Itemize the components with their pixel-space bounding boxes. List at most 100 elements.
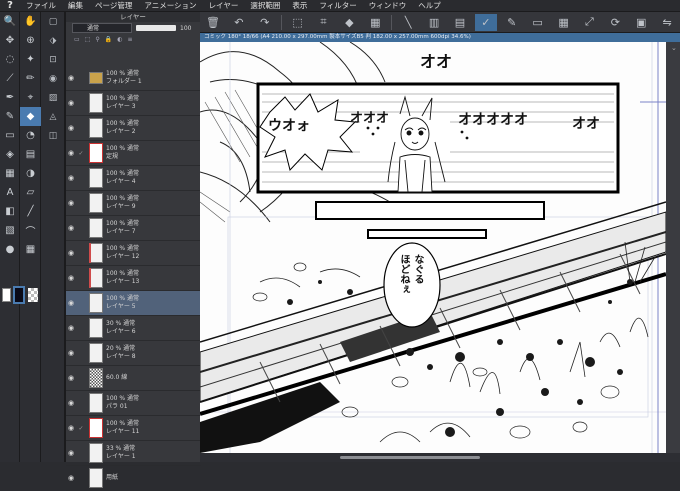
menu-selection[interactable]: 選択範囲 [244,0,286,11]
menu-window[interactable]: ウィンドウ [363,0,413,11]
opacity-slider[interactable] [136,25,176,31]
visibility-eye-icon[interactable]: ◉ [66,399,76,407]
curve-icon[interactable]: ⌒ [20,221,41,240]
color-swatches[interactable] [0,284,41,308]
layer-row[interactable]: ◉ 100 % 通常 レイヤー 3 [66,91,201,116]
layer-row[interactable]: ◉ 20 % 通常 レイヤー 8 [66,341,201,366]
visibility-eye-icon[interactable]: ◉ [66,274,76,282]
undo-icon[interactable]: ↶ [228,14,250,31]
layer-row[interactable]: ◉ 100 % 通常 レイヤー 12 [66,241,201,266]
panel-icon[interactable]: ▣ [630,14,652,31]
layer-row[interactable]: ◉ 60.0 線 [66,366,201,391]
snap-active-icon[interactable]: ✓ [474,13,497,31]
visibility-eye-icon[interactable]: ◉ [66,299,76,307]
background-color[interactable] [2,288,11,302]
layer-row[interactable]: ◉ 33 % 通常 レイヤー 1 [66,441,201,466]
mirror-icon[interactable]: ⇋ [656,14,678,31]
snap-off-icon[interactable]: ╲ [397,14,419,31]
ruler-snap-icon[interactable]: ▭ [527,14,549,31]
layer-ref-icon[interactable]: ⚲ [95,36,99,43]
menu-view[interactable]: 表示 [286,0,313,11]
menu-animation[interactable]: アニメーション [138,0,202,11]
menu-filter[interactable]: フィルター [313,0,362,11]
lasso-icon[interactable]: ◌ [0,50,20,69]
canvas-tab-title[interactable]: コミック 180° 18/66 (A4 210.00 x 297.00mm 製本… [200,33,680,42]
layer-row[interactable]: ◉ 100 % 通常 フォルダー 1 [66,66,201,91]
layer-row[interactable]: ◉ 100 % 通常 レイヤー 13 [66,266,201,291]
menu-layer[interactable]: レイヤー [203,0,245,11]
visibility-eye-icon[interactable]: ◉ [66,149,76,157]
stamp-icon[interactable]: ▦ [20,240,41,259]
horizontal-scrollbar[interactable] [200,453,680,462]
menu-help[interactable]: ヘルプ [412,0,447,11]
transform-tool-icon[interactable]: ⊕ [20,31,41,50]
visibility-eye-icon[interactable]: ◉ [66,249,76,257]
vertical-scrollbar[interactable]: ⌄ [666,42,680,453]
blend-mode-select[interactable]: 通常 [72,23,132,33]
opacity-value[interactable]: 100 [180,25,191,32]
eraser-icon[interactable]: ▭ [0,126,20,145]
visibility-eye-icon[interactable]: ◉ [66,199,76,207]
visibility-eye-icon[interactable]: ◉ [66,374,76,382]
layer-row[interactable]: ◉ 30 % 通常 レイヤー 6 [66,316,201,341]
layer-check-icon[interactable]: ✓ [76,425,86,432]
lock-icon[interactable]: ⬗ [41,31,65,50]
visibility-eye-icon[interactable]: ◉ [66,124,76,132]
blur-icon[interactable]: ◔ [20,126,41,145]
flip-icon[interactable]: ▦ [364,14,386,31]
hand-icon[interactable]: ✋ [20,12,41,31]
layer-lock-icon[interactable]: 🔒 [105,36,112,43]
layer-row[interactable]: ◉ 100 % 通常 パラ 01 [66,391,201,416]
layer-clip-icon[interactable]: ⬚ [85,36,91,43]
blend-icon[interactable]: ● [0,240,20,259]
layer-row[interactable]: ◉ 100 % 通常 レイヤー 7 [66,216,201,241]
magic-wand-icon[interactable]: ✦ [20,50,41,69]
foreground-color[interactable] [13,286,25,304]
snap-grid-icon[interactable]: ▥ [423,14,445,31]
visibility-eye-icon[interactable]: ◉ [66,424,76,432]
eyedropper-icon[interactable]: ⟋ [0,69,20,88]
scroll-thumb[interactable] [340,456,480,459]
visibility-eye-icon[interactable]: ◉ [66,74,76,82]
visibility-eye-icon[interactable]: ◉ [66,99,76,107]
comic-page[interactable]: ウオォ オオオ オオオオオ オオ オオ なぐる ほどねぇ [200,42,666,453]
layer-check-icon[interactable]: ✓ [76,150,86,157]
layer-mask-icon[interactable]: ◐ [117,36,122,43]
fill-bucket-icon[interactable]: ◈ [0,145,20,164]
zoom-icon[interactable]: 🔍 [0,12,20,31]
menu-page[interactable]: ページ管理 [89,0,138,11]
trash-icon[interactable]: 🗑 [202,14,224,31]
tone-icon[interactable]: ▤ [20,145,41,164]
gradient-icon[interactable]: ◧ [0,202,20,221]
airbrush-icon[interactable]: ◆ [20,107,41,126]
ruler-tool-icon[interactable]: ▱ [20,183,41,202]
layer-row[interactable]: ◉ 100 % 通常 レイヤー 5 [66,291,201,316]
text-icon[interactable]: A [0,183,20,202]
visibility-eye-icon[interactable]: ◉ [66,449,76,457]
frame-icon[interactable]: ▦ [0,164,20,183]
visibility-eye-icon[interactable]: ◉ [66,224,76,232]
clip-icon[interactable]: ⊡ [41,50,65,69]
fill-icon[interactable]: ◆ [338,14,360,31]
transparent-color[interactable] [28,288,38,302]
brush-icon[interactable]: ✎ [0,107,20,126]
line-icon[interactable]: ╱ [20,202,41,221]
layer-row[interactable]: ◉ 100 % 通常 レイヤー 4 [66,166,201,191]
layer-row[interactable]: ◉ ✓ 100 % 通常 レイヤー 11 [66,416,201,441]
layer-new-icon[interactable]: ▭ [74,36,80,43]
pen-icon[interactable]: ✒ [0,88,20,107]
layer-row[interactable]: ◉ 100 % 通常 レイヤー 2 [66,116,201,141]
redo-icon[interactable]: ↷ [254,14,276,31]
crop-icon[interactable]: ⌗ [313,14,335,31]
collapse-icon[interactable]: ⌄ [671,44,677,52]
visibility-eye-icon[interactable]: ◉ [66,474,76,482]
marker-icon[interactable]: ⌖ [20,88,41,107]
mask-icon[interactable]: ▨ [41,88,65,107]
pen-snap-icon[interactable]: ✎ [501,14,523,31]
reference-icon[interactable]: ◉ [41,69,65,88]
visibility-eye-icon[interactable]: ◉ [66,174,76,182]
balloon-icon[interactable]: ◑ [20,164,41,183]
pencil-icon[interactable]: ✏ [20,69,41,88]
figure-icon[interactable]: ▧ [0,221,20,240]
grid-icon[interactable]: ▦ [553,14,575,31]
